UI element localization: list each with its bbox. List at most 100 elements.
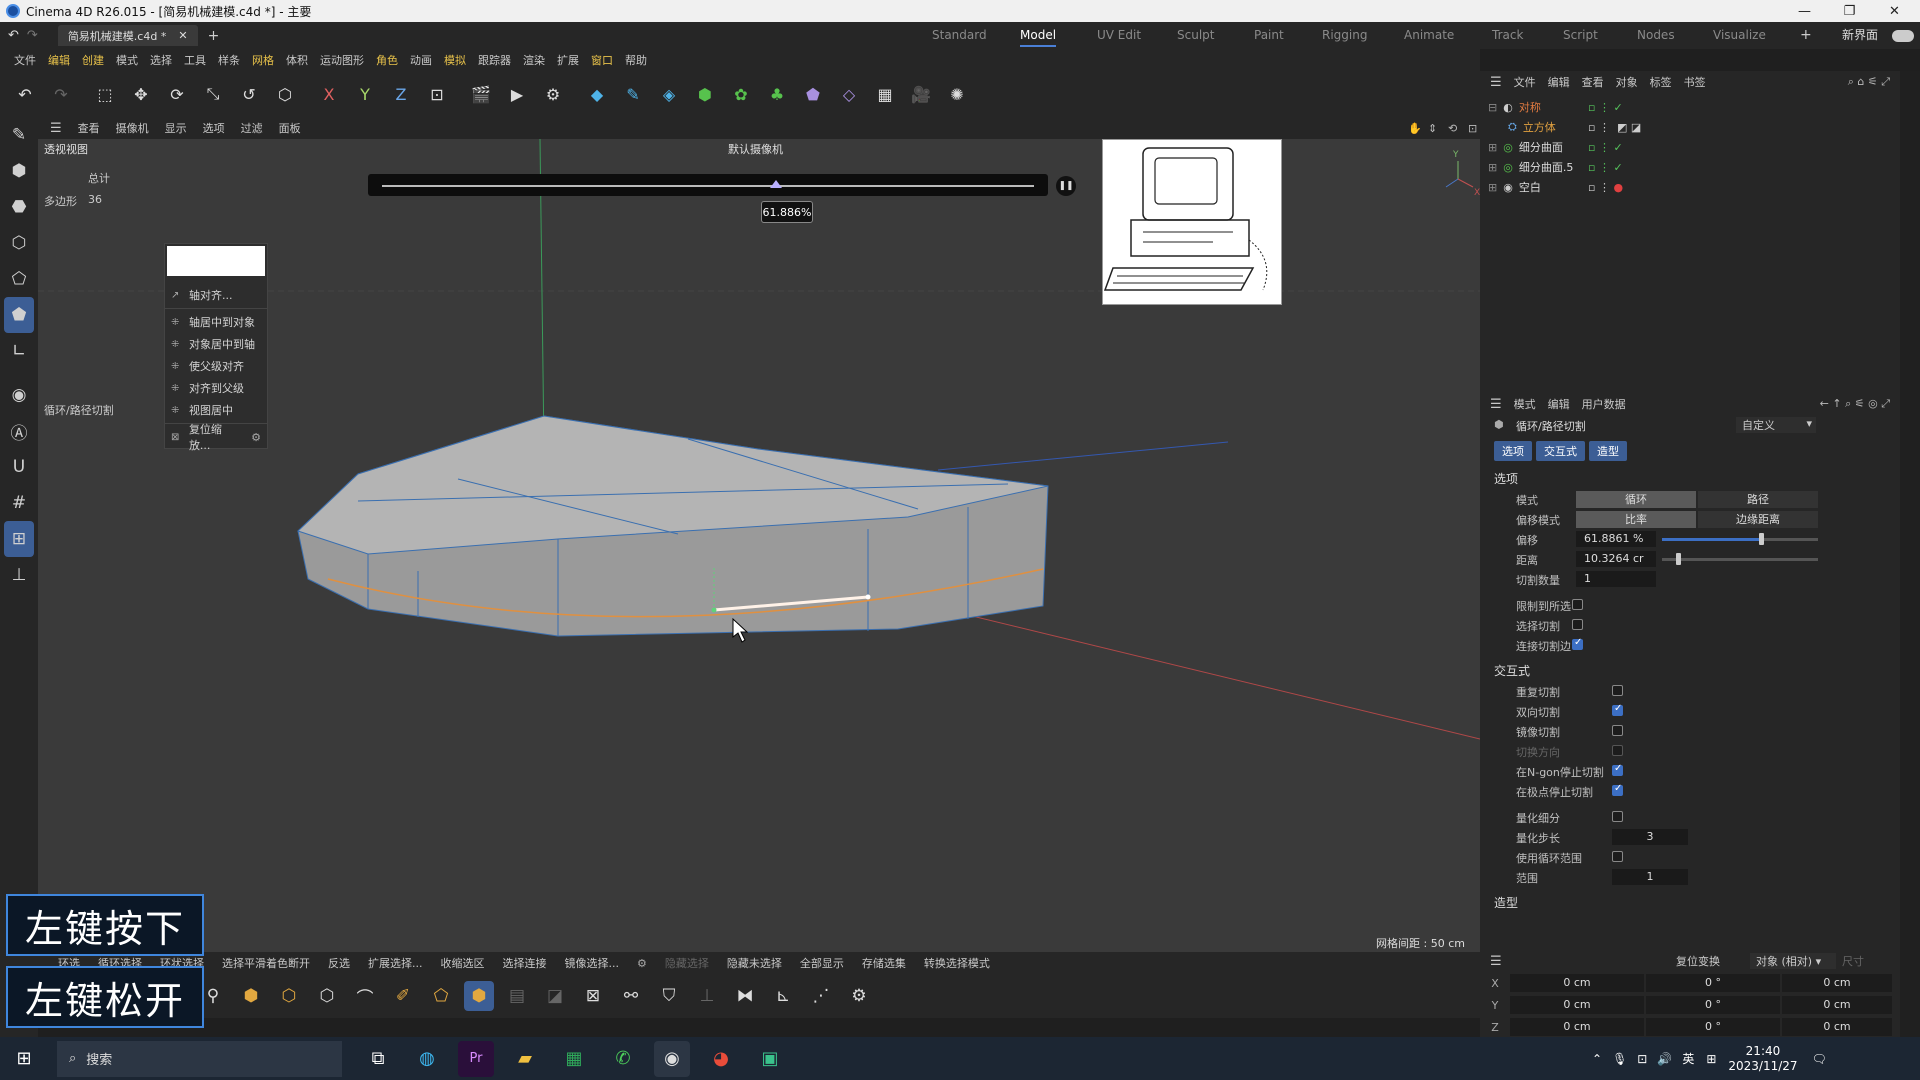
menu-item-axis-align[interactable]: ↗ 轴对齐...	[165, 284, 267, 306]
file-explorer-icon[interactable]: ▰	[507, 1041, 543, 1077]
chrome-icon[interactable]: ◕	[703, 1041, 739, 1077]
quantize-step-field[interactable]: 3	[1612, 829, 1688, 845]
field-icon[interactable]: ◇	[834, 79, 864, 109]
expand-icon[interactable]: ⊞	[1488, 141, 1497, 154]
taskbar-search[interactable]: ⌕ 搜索	[57, 1040, 342, 1077]
size-y-field[interactable]: 0 cm	[1782, 996, 1892, 1014]
cmd-hide-unselected[interactable]: 隐藏未选择	[719, 955, 790, 971]
undo-history-icon[interactable]: ↶	[8, 28, 19, 43]
menu-tracker[interactable]: 跟踪器	[472, 52, 517, 68]
cmd-store-selection[interactable]: 存储选集	[854, 955, 914, 971]
cmd-unhide-all[interactable]: 全部显示	[792, 955, 852, 971]
am-menu-edit[interactable]: 编辑	[1548, 396, 1570, 412]
undo-icon[interactable]: ↶	[10, 79, 40, 109]
cube-object-icon[interactable]: ◆	[582, 79, 612, 109]
clock[interactable]: 21:40 2023/11/27	[1728, 1044, 1797, 1074]
new-tab-button[interactable]: +	[208, 28, 220, 44]
redo-history-icon[interactable]: ↷	[27, 28, 38, 43]
viewport-menu-options[interactable]: 选项	[197, 120, 231, 136]
layout-tab-track[interactable]: Track	[1492, 22, 1523, 49]
texture-mode-icon[interactable]: ⬣	[0, 189, 38, 225]
viewport-dolly-icon[interactable]: ⇕	[1422, 122, 1443, 135]
menu-mesh[interactable]: 网格	[246, 52, 280, 68]
points-mode-icon[interactable]: ⬡	[0, 225, 38, 261]
menu-item-align-to-parent[interactable]: ⁜ 对齐到父级	[165, 377, 267, 399]
size-x-field[interactable]: 0 cm	[1782, 974, 1892, 992]
cmd-invert[interactable]: 反选	[320, 955, 358, 971]
floor-grid-icon[interactable]: ▦	[870, 79, 900, 109]
set-point-value-icon[interactable]: ⊾	[768, 981, 798, 1011]
excel-icon[interactable]: ▦	[556, 1041, 592, 1077]
viewport-menu-cameras[interactable]: 摄像机	[110, 120, 155, 136]
om-menu-file[interactable]: 文件	[1514, 74, 1536, 90]
connect-cut-edges-checkbox[interactable]	[1572, 637, 1583, 650]
y-axis-lock-icon[interactable]: Y	[350, 79, 380, 109]
enabled-check-icon[interactable]: ▫ ⋮ ✓	[1588, 161, 1623, 174]
coord-size-dropdown[interactable]: 尺寸	[1842, 953, 1864, 969]
cmd-grow[interactable]: 扩展选择...	[360, 955, 431, 971]
menu-item-object-center-to-axis[interactable]: ⁜ 对象居中到轴	[165, 333, 267, 355]
menu-select[interactable]: 选择	[144, 52, 178, 68]
attribute-hamburger-icon[interactable]: ☰	[1490, 397, 1502, 412]
loop-cut-tool-icon[interactable]: ⬢	[464, 981, 494, 1011]
layout-tab-uv-edit[interactable]: UV Edit	[1097, 22, 1141, 49]
move-tool-icon[interactable]: ✥	[126, 79, 156, 109]
offset-field[interactable]: 61.8861 %	[1576, 531, 1656, 547]
stop-at-poles-checkbox[interactable]	[1612, 783, 1623, 796]
object-row-symmetry[interactable]: ⊟ ◐ 对称 ▫ ⋮ ✓	[1480, 97, 1900, 117]
interface-toggle[interactable]	[1892, 30, 1914, 42]
om-menu-tags[interactable]: 标签	[1650, 74, 1672, 90]
light-icon[interactable]: ✺	[942, 79, 972, 109]
mirror-cut-checkbox[interactable]	[1612, 725, 1623, 736]
expand-icon[interactable]: ⊞	[1488, 161, 1497, 174]
windows-start-icon[interactable]: ⊞	[6, 1041, 42, 1077]
volume-icon[interactable]: 🔊	[1657, 1052, 1672, 1066]
enabled-check-icon[interactable]: ▫ ⋮ ✓	[1588, 141, 1623, 154]
menu-item-axis-center-to-object[interactable]: ⁜ 轴居中到对象	[165, 311, 267, 333]
edges-mode-icon[interactable]: ⬠	[0, 261, 38, 297]
microphone-icon[interactable]: 🎙	[1612, 1052, 1627, 1066]
position-z-field[interactable]: 0 cm	[1510, 1018, 1644, 1036]
am-menu-mode[interactable]: 模式	[1514, 396, 1536, 412]
layout-tab-script[interactable]: Script	[1563, 22, 1598, 49]
bevel-icon[interactable]: ⬠	[426, 981, 456, 1011]
premiere-pro-icon[interactable]: Pr	[458, 1040, 494, 1077]
visibility-dots-icon[interactable]: ▫ ⋮ ◩ ◪	[1588, 121, 1641, 134]
selection-tool-icon[interactable]: ⬚	[90, 79, 120, 109]
perspective-viewport[interactable]: Y X 透视视图 默认摄像机 总计 多边形 36 循环/路径切割 61.886%…	[38, 139, 1480, 952]
viewport-menu-filter[interactable]: 过滤	[235, 120, 269, 136]
layout-tab-nodes[interactable]: Nodes	[1637, 22, 1675, 49]
menu-item-align-parent[interactable]: ⁜ 使父级对齐	[165, 355, 267, 377]
cmd-select-connected[interactable]: 选择连接	[495, 955, 555, 971]
x-axis-lock-icon[interactable]: X	[314, 79, 344, 109]
menu-edit[interactable]: 编辑	[42, 52, 76, 68]
scale-tool-icon[interactable]: ⤡	[198, 79, 228, 109]
close-button[interactable]: ✕	[1872, 0, 1917, 22]
close-hole-icon[interactable]: ◪	[540, 981, 570, 1011]
distance-slider-handle[interactable]	[1676, 553, 1681, 565]
snapping-icon[interactable]: U	[0, 449, 38, 485]
tray-expand-icon[interactable]: ⌃	[1592, 1052, 1602, 1066]
rotate-tool-icon[interactable]: ⟳	[162, 79, 192, 109]
preset-dropdown[interactable]: 自定义 ▾	[1736, 417, 1816, 433]
layout-tab-standard[interactable]: Standard	[932, 22, 987, 49]
menu-item-view-center[interactable]: ⁜ 视图居中	[165, 399, 267, 421]
tab-options[interactable]: 选项	[1494, 441, 1532, 461]
stitch-icon[interactable]: ⊥	[692, 981, 722, 1011]
rotation-p-field[interactable]: 0 °	[1646, 996, 1780, 1014]
loop-cut-hud-slider[interactable]	[368, 174, 1048, 196]
object-row-null[interactable]: ⊞ ◉ 空白 ▫ ⋮ ●	[1480, 177, 1900, 197]
new-interface-label[interactable]: 新界面	[1842, 22, 1878, 49]
om-menu-object[interactable]: 对象	[1616, 74, 1638, 90]
cmd-shrink[interactable]: 收缩选区	[433, 955, 493, 971]
viewport-hamburger-icon[interactable]: ☰	[44, 121, 68, 136]
cmd-mirror-select[interactable]: 镜像选择...	[557, 955, 628, 971]
cmd-phong-break-select[interactable]: 选择平滑着色断开	[214, 955, 318, 971]
position-y-field[interactable]: 0 cm	[1510, 996, 1644, 1014]
arrange-icon[interactable]: ⋰	[806, 981, 836, 1011]
task-view-icon[interactable]: ⧉	[360, 1041, 396, 1077]
cuts-field[interactable]: 1	[1576, 571, 1656, 587]
coord-hamburger-icon[interactable]: ☰	[1490, 954, 1502, 969]
menu-spline[interactable]: 样条	[212, 52, 246, 68]
restore-button[interactable]: ❐	[1827, 0, 1872, 22]
